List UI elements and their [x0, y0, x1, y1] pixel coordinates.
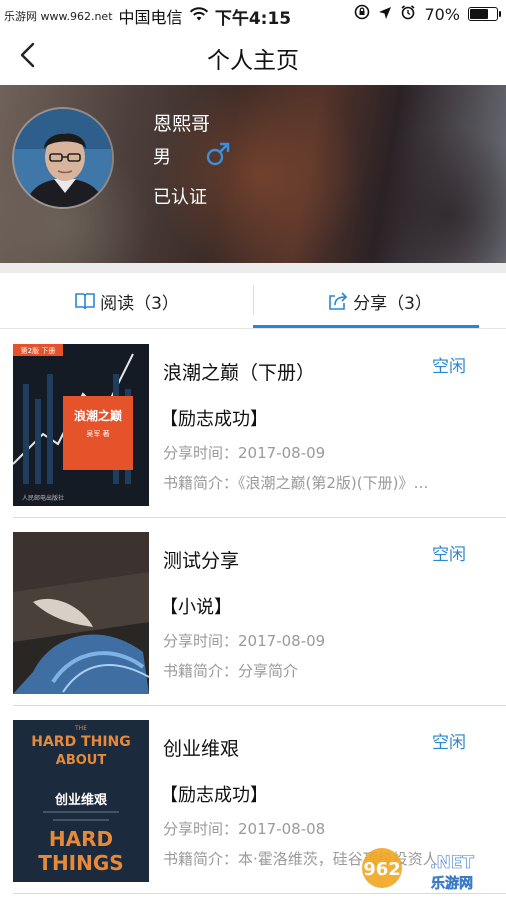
book-title: 创业维艰: [163, 738, 240, 760]
battery-percent: 70%: [424, 4, 460, 24]
book-category: 【小说】: [160, 597, 232, 618]
avatar[interactable]: [12, 107, 114, 209]
svg-text:.NET: .NET: [430, 853, 474, 873]
battery-icon: [468, 7, 501, 21]
tab-share-label: 分享（3）: [353, 293, 432, 314]
svg-text:THE: THE: [74, 725, 87, 732]
book-list-item[interactable]: 浪潮之巅 吴军 著 第2版 下册 人民邮电出版社 浪潮之巅（下册） 空闲 【励志…: [0, 330, 506, 518]
rotation-lock-icon: [354, 4, 370, 24]
svg-text:THINGS: THINGS: [38, 851, 123, 875]
share-time: 分享时间：2017-08-09: [163, 632, 326, 650]
svg-text:吴军 著: 吴军 著: [86, 429, 109, 438]
tab-read-label: 阅读（3）: [100, 293, 179, 314]
tab-share[interactable]: 分享（3）: [253, 273, 506, 329]
share-time: 分享时间：2017-08-09: [163, 444, 326, 462]
book-category: 【励志成功】: [160, 785, 268, 806]
book-title: 浪潮之巅（下册）: [163, 362, 316, 384]
svg-text:乐游网: 乐游网: [431, 875, 473, 892]
profile-name: 恩熙哥: [153, 113, 211, 135]
svg-text:ABOUT: ABOUT: [56, 753, 107, 768]
status-bar: 乐游网 www.962.net 中国电信 下午4:15 70%: [0, 0, 506, 30]
tab-bar: 阅读（3） 分享（3）: [0, 273, 506, 329]
section-divider: [0, 263, 506, 273]
profile-gender: 男: [153, 147, 171, 168]
book-status[interactable]: 空闲: [432, 728, 466, 753]
page-title: 个人主页: [207, 48, 299, 74]
book-title: 测试分享: [163, 550, 240, 572]
book-cover: [13, 532, 149, 694]
svg-text:HARD THING: HARD THING: [31, 734, 131, 750]
svg-text:浪潮之巅: 浪潮之巅: [74, 408, 122, 423]
svg-text:创业维艰: 创业维艰: [54, 792, 108, 808]
svg-text:962: 962: [363, 859, 401, 880]
alarm-icon: [400, 4, 416, 24]
nav-bar: 个人主页: [0, 30, 506, 85]
site-watermark-logo: 962 .NET 乐游网: [360, 842, 500, 894]
active-tab-indicator: [253, 325, 479, 328]
book-icon: [74, 291, 96, 311]
profile-header: 恩熙哥 男 已认证: [0, 85, 506, 263]
book-intro: 书籍简介：分享简介: [163, 662, 299, 680]
book-cover: THE HARD THING ABOUT 创业维艰 HARD THINGS: [13, 720, 149, 882]
book-intro: 书籍简介：《浪潮之巅(第2版)(下册)》…: [163, 474, 429, 492]
book-status[interactable]: 空闲: [432, 352, 466, 377]
book-category: 【励志成功】: [160, 409, 268, 430]
book-list-item[interactable]: 测试分享 空闲 【小说】 分享时间：2017-08-09 书籍简介：分享简介: [0, 518, 506, 706]
book-cover: 浪潮之巅 吴军 著 第2版 下册 人民邮电出版社: [13, 344, 149, 506]
tab-read[interactable]: 阅读（3）: [0, 273, 253, 329]
battery-fill: [470, 9, 488, 19]
male-symbol-icon: [205, 141, 231, 173]
svg-text:人民邮电出版社: 人民邮电出版社: [22, 494, 64, 502]
book-status[interactable]: 空闲: [432, 540, 466, 565]
share-time: 分享时间：2017-08-08: [163, 820, 326, 838]
verified-status: 已认证: [153, 187, 207, 208]
svg-text:HARD: HARD: [49, 827, 113, 851]
svg-text:第2版 下册: 第2版 下册: [21, 346, 56, 355]
location-icon: [378, 5, 392, 24]
share-icon: [327, 291, 349, 311]
